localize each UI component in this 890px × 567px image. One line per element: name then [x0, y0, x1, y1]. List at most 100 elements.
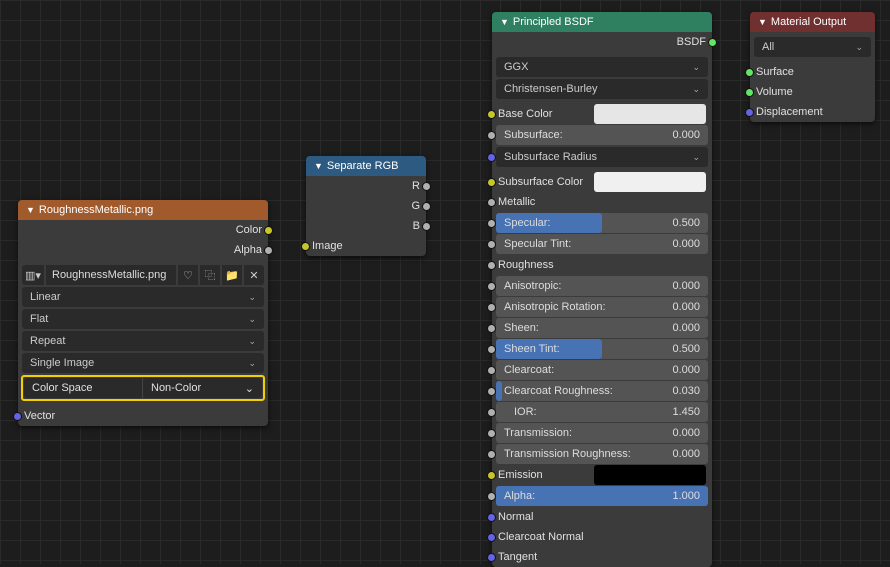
socket-r-out[interactable]	[422, 182, 431, 191]
chevron-down-icon: ⌄	[692, 62, 700, 73]
socket-alpha-out[interactable]	[264, 246, 273, 255]
output-alpha-label: Alpha	[234, 244, 262, 256]
base-color-swatch[interactable]	[594, 104, 706, 124]
ior-slider[interactable]: IOR:1.450	[496, 402, 708, 422]
clearcoat-rough-slider[interactable]: Clearcoat Roughness:0.030	[496, 381, 708, 401]
socket-clearcoat-in[interactable]	[487, 366, 496, 375]
distribution-select[interactable]: GGX⌄	[496, 57, 708, 77]
socket-alpha-in[interactable]	[487, 492, 496, 501]
socket-tangent-in[interactable]	[487, 553, 496, 562]
input-vector-row: Vector	[18, 406, 268, 426]
projection-value: Flat	[30, 313, 48, 325]
specular-tint-slider[interactable]: Specular Tint:0.000	[496, 234, 708, 254]
target-select[interactable]: All⌄	[754, 37, 871, 57]
output-color-label: Color	[236, 224, 262, 236]
clearcoat-normal-label: Clearcoat Normal	[498, 531, 584, 543]
chevron-down-icon: ⌄	[692, 152, 700, 163]
socket-trans-rough-in[interactable]	[487, 450, 496, 459]
socket-subsurface-in[interactable]	[487, 131, 496, 140]
base-color-label: Base Color	[498, 108, 588, 120]
node-header-material-output[interactable]: ▼ Material Output	[750, 12, 875, 32]
socket-vector-in[interactable]	[13, 412, 22, 421]
socket-transmission-in[interactable]	[487, 429, 496, 438]
sheen-tint-slider[interactable]: Sheen Tint:0.500	[496, 339, 708, 359]
fake-user-button[interactable]: ♡	[178, 265, 198, 285]
subsurface-slider[interactable]: Subsurface:0.000	[496, 125, 708, 145]
socket-surface-in[interactable]	[745, 68, 754, 77]
output-b-label: B	[413, 220, 420, 232]
anisotropic-slider[interactable]: Anisotropic:0.000	[496, 276, 708, 296]
socket-volume-in[interactable]	[745, 88, 754, 97]
specular-slider[interactable]: Specular:0.500	[496, 213, 708, 233]
socket-normal-in[interactable]	[487, 513, 496, 522]
alpha-slider[interactable]: Alpha:1.000	[496, 486, 708, 506]
socket-b-out[interactable]	[422, 222, 431, 231]
new-image-button[interactable]: ⿻	[200, 265, 220, 285]
unlink-image-button[interactable]: ✕	[244, 265, 264, 285]
projection-select[interactable]: Flat⌄	[22, 309, 264, 329]
input-vector-label: Vector	[24, 410, 55, 422]
tangent-label: Tangent	[498, 551, 537, 563]
socket-sheen-in[interactable]	[487, 324, 496, 333]
socket-ior-in[interactable]	[487, 408, 496, 417]
interpolation-value: Linear	[30, 291, 61, 303]
socket-image-in[interactable]	[301, 242, 310, 251]
sheen-slider[interactable]: Sheen:0.000	[496, 318, 708, 338]
collapse-icon: ▼	[26, 205, 35, 215]
metallic-label: Metallic	[498, 196, 535, 208]
socket-sheen-tint-in[interactable]	[487, 345, 496, 354]
node-separate-rgb[interactable]: ▼ Separate RGB R G B Image	[306, 156, 426, 256]
color-space-select[interactable]: Color Space Non-Color⌄	[24, 378, 262, 398]
color-space-value: Non-Color	[151, 382, 201, 394]
socket-aniso-in[interactable]	[487, 282, 496, 291]
subsurface-color-label: Subsurface Color	[498, 176, 588, 188]
socket-specular-in[interactable]	[487, 219, 496, 228]
node-title: RoughnessMetallic.png	[39, 204, 153, 216]
aniso-rot-slider[interactable]: Anisotropic Rotation:0.000	[496, 297, 708, 317]
socket-displacement-in[interactable]	[745, 108, 754, 117]
subsurface-radius-dropdown[interactable]: Subsurface Radius⌄	[496, 147, 708, 167]
source-value: Single Image	[30, 357, 94, 369]
emission-label: Emission	[498, 469, 588, 481]
chevron-down-icon: ⌄	[248, 292, 256, 303]
node-header-separate-rgb[interactable]: ▼ Separate RGB	[306, 156, 426, 176]
emission-swatch[interactable]	[594, 465, 706, 485]
subsurface-method-value: Christensen-Burley	[504, 83, 598, 95]
image-file-name[interactable]: RoughnessMetallic.png	[46, 265, 176, 285]
socket-subsurface-color-in[interactable]	[487, 178, 496, 187]
collapse-icon: ▼	[758, 17, 767, 27]
socket-subsurface-radius-in[interactable]	[487, 153, 496, 162]
socket-aniso-rot-in[interactable]	[487, 303, 496, 312]
socket-specular-tint-in[interactable]	[487, 240, 496, 249]
node-header-image-texture[interactable]: ▼ RoughnessMetallic.png	[18, 200, 268, 220]
chevron-down-icon: ⌄	[248, 358, 256, 369]
socket-color-out[interactable]	[264, 226, 273, 235]
socket-g-out[interactable]	[422, 202, 431, 211]
output-alpha-row: Alpha	[18, 240, 268, 260]
node-material-output[interactable]: ▼ Material Output All⌄ Surface Volume Di…	[750, 12, 875, 122]
socket-roughness-in[interactable]	[487, 261, 496, 270]
source-select[interactable]: Single Image ⌄	[22, 353, 264, 373]
socket-bsdf-out[interactable]	[708, 38, 717, 47]
node-title: Separate RGB	[327, 160, 399, 172]
socket-clearcoat-rough-in[interactable]	[487, 387, 496, 396]
image-datablock-icon[interactable]: ▥▾	[22, 265, 44, 285]
node-header-bsdf[interactable]: ▼ Principled BSDF	[492, 12, 712, 32]
socket-basecolor-in[interactable]	[487, 110, 496, 119]
displacement-label: Displacement	[756, 106, 823, 118]
subsurface-color-swatch[interactable]	[594, 172, 706, 192]
transmission-slider[interactable]: Transmission:0.000	[496, 423, 708, 443]
extension-select[interactable]: Repeat⌄	[22, 331, 264, 351]
output-g-label: G	[411, 200, 420, 212]
node-image-texture[interactable]: ▼ RoughnessMetallic.png Color Alpha ▥▾ R…	[18, 200, 268, 426]
socket-metallic-in[interactable]	[487, 198, 496, 207]
socket-clearcoat-normal-in[interactable]	[487, 533, 496, 542]
output-color-row: Color	[18, 220, 268, 240]
interpolation-select[interactable]: Linear ⌄	[22, 287, 264, 307]
trans-rough-slider[interactable]: Transmission Roughness:0.000	[496, 444, 708, 464]
subsurface-method-select[interactable]: Christensen-Burley⌄	[496, 79, 708, 99]
socket-emission-in[interactable]	[487, 471, 496, 480]
node-principled-bsdf[interactable]: ▼ Principled BSDF BSDF GGX⌄ Christensen-…	[492, 12, 712, 567]
clearcoat-slider[interactable]: Clearcoat:0.000	[496, 360, 708, 380]
open-image-button[interactable]: 📁	[222, 265, 242, 285]
